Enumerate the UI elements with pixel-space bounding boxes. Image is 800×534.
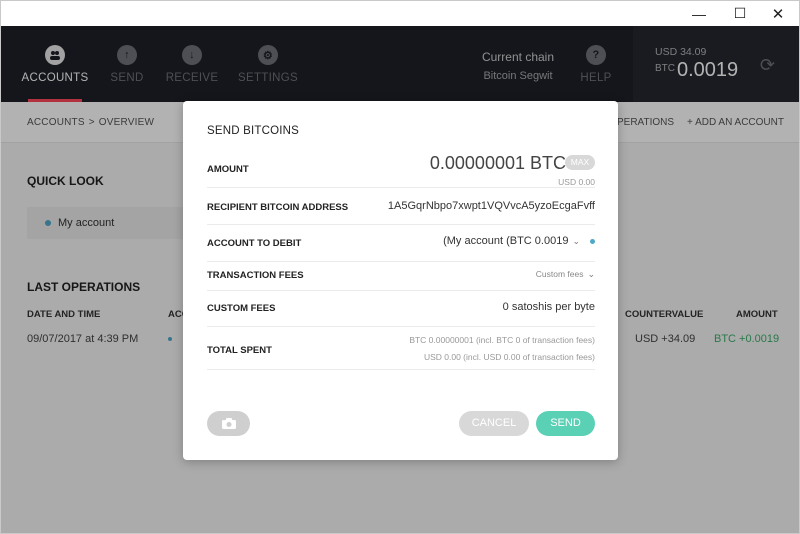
close-button[interactable]: ✕ [760, 1, 796, 26]
account-select[interactable]: (My account (BTC 0.0019 ⌄ [443, 235, 595, 247]
send-button[interactable]: SEND [536, 411, 595, 436]
account-select-value: (My account (BTC 0.0019 [443, 235, 569, 247]
custom-fees-label: CUSTOM FEES [207, 303, 276, 314]
max-button[interactable]: MAX [565, 155, 595, 170]
fees-label: TRANSACTION FEES [207, 270, 304, 281]
fees-select[interactable]: Custom fees ⌄ [536, 269, 595, 280]
amount-input[interactable]: 0.00000001 BTC [430, 153, 566, 174]
fees-select-value: Custom fees [535, 269, 584, 279]
chevron-down-icon: ⌄ [587, 269, 595, 279]
account-row: ACCOUNT TO DEBIT (My account (BTC 0.0019… [207, 225, 595, 262]
recipient-label: RECIPIENT BITCOIN ADDRESS [207, 202, 349, 213]
maximize-button[interactable]: ☐ [722, 1, 758, 26]
total-btc: BTC 0.00000001 (incl. BTC 0 of transacti… [409, 335, 595, 345]
total-label: TOTAL SPENT [207, 345, 272, 356]
recipient-input[interactable]: 1A5GqrNbpo7xwpt1VQVvcA5yzoEcgaFvff [388, 200, 595, 212]
camera-button[interactable] [207, 411, 250, 436]
custom-fees-row: CUSTOM FEES 0 satoshis per byte [207, 291, 595, 327]
amount-label: AMOUNT [207, 164, 249, 175]
title-bar: — ☐ ✕ [1, 1, 799, 26]
cancel-button[interactable]: CANCEL [459, 411, 529, 436]
recipient-row: RECIPIENT BITCOIN ADDRESS 1A5GqrNbpo7xwp… [207, 188, 595, 225]
send-bitcoins-modal: SEND BITCOINS AMOUNT 0.00000001 BTC MAX … [183, 101, 618, 460]
custom-fees-input[interactable]: 0 satoshis per byte [503, 301, 595, 313]
amount-usd: USD 0.00 [558, 177, 595, 187]
account-dot-icon [590, 238, 595, 244]
account-debit-label: ACCOUNT TO DEBIT [207, 238, 302, 249]
app-window: — ☐ ✕ ACCOUNTS ↑ SEND ↓ RECEIVE ⚙ SETTIN… [0, 0, 800, 534]
camera-icon [221, 418, 236, 429]
total-row: TOTAL SPENT BTC 0.00000001 (incl. BTC 0 … [207, 327, 595, 370]
fees-row: TRANSACTION FEES Custom fees ⌄ [207, 262, 595, 291]
total-usd: USD 0.00 (incl. USD 0.00 of transaction … [423, 352, 595, 362]
modal-title: SEND BITCOINS [207, 125, 300, 137]
chevron-down-icon: ⌄ [572, 236, 580, 246]
minimize-button[interactable]: — [681, 1, 717, 26]
